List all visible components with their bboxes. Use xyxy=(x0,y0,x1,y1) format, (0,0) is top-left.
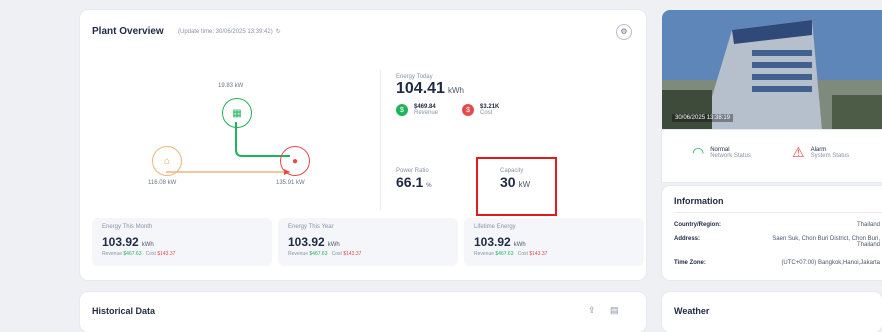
alarm-icon: ⚠ xyxy=(792,144,805,160)
network-status: ◠ Normal Network Status xyxy=(692,144,751,160)
lifetime-energy-card: Lifetime Energy 103.92 kWh Revenue $467.6… xyxy=(464,218,644,266)
country-row: Country/Region: Thailand xyxy=(674,222,880,228)
information-title: Information xyxy=(674,196,724,206)
plant-photo: 30/06/2025 13:38:19 xyxy=(662,10,882,130)
weather-title: Weather xyxy=(674,306,710,316)
pv-power-value: 19.83 kW xyxy=(218,83,244,89)
alarm-status: ⚠ Alarm System Status xyxy=(792,144,850,160)
revenue-icon: $ xyxy=(396,104,408,116)
photo-timestamp: 30/06/2025 13:38:19 xyxy=(672,114,734,122)
solar-panel-icon[interactable]: ▦ xyxy=(222,98,252,128)
divider xyxy=(380,70,381,210)
update-time-text: (Update time: 30/06/2025 13:39:42) xyxy=(178,28,273,35)
historical-data-title: Historical Data xyxy=(92,306,156,316)
update-time: (Update time: 30/06/2025 13:39:42) ↻ xyxy=(178,28,281,36)
capacity-highlight-box xyxy=(476,157,557,216)
plant-overview-title: Plant Overview xyxy=(92,26,164,37)
revenue-today: $ $469.84 Revenue xyxy=(396,104,438,116)
document-icon[interactable]: ▤ xyxy=(610,305,619,316)
plant-overview-card: Plant Overview (Update time: 30/06/2025 … xyxy=(80,10,646,280)
power-ratio-block: Power Ratio 66.1% xyxy=(396,168,432,190)
timezone-row: Time Zone: (UTC+07:00) Bangkok,Hanoi,Jak… xyxy=(674,260,880,266)
historical-data-card: Historical Data ⇪ ▤ xyxy=(80,292,646,332)
energy-today-block: Energy Today 104.41 kWh $ $469.84 Revenue… xyxy=(396,74,499,116)
building-photo xyxy=(662,10,882,130)
energy-this-year-card: Energy This Year 103.92 kWh Revenue $467.… xyxy=(278,218,458,266)
settings-icon[interactable]: ⚙ xyxy=(616,24,632,40)
information-card: Information Country/Region: Thailand Add… xyxy=(662,186,882,280)
cost-icon: $ xyxy=(462,104,475,116)
load-pin-icon[interactable]: ● xyxy=(280,146,310,176)
weather-card: Weather xyxy=(662,292,882,332)
power-ratio-value: 66.1% xyxy=(396,174,432,190)
address-row: Address: Saen Suk, Chon Buri District, C… xyxy=(674,236,880,248)
grid-tower-icon[interactable]: ⌂ xyxy=(152,146,182,176)
grid-power-value: 116.08 kW xyxy=(148,180,177,186)
cost-today: $ $3.21K Cost xyxy=(462,104,499,116)
wifi-icon: ◠ xyxy=(692,144,705,160)
refresh-icon[interactable]: ↻ xyxy=(276,28,281,35)
status-strip: ◠ Normal Network Status ⚠ Alarm System S… xyxy=(662,130,882,182)
export-icon[interactable]: ⇪ xyxy=(588,305,596,316)
divider xyxy=(674,212,882,213)
energy-this-month-card: Energy This Month 103.92 kWh Revenue $467… xyxy=(92,218,272,266)
load-power-value: 135.91 kW xyxy=(276,180,305,186)
energy-today-value: 104.41 kWh xyxy=(396,80,464,97)
